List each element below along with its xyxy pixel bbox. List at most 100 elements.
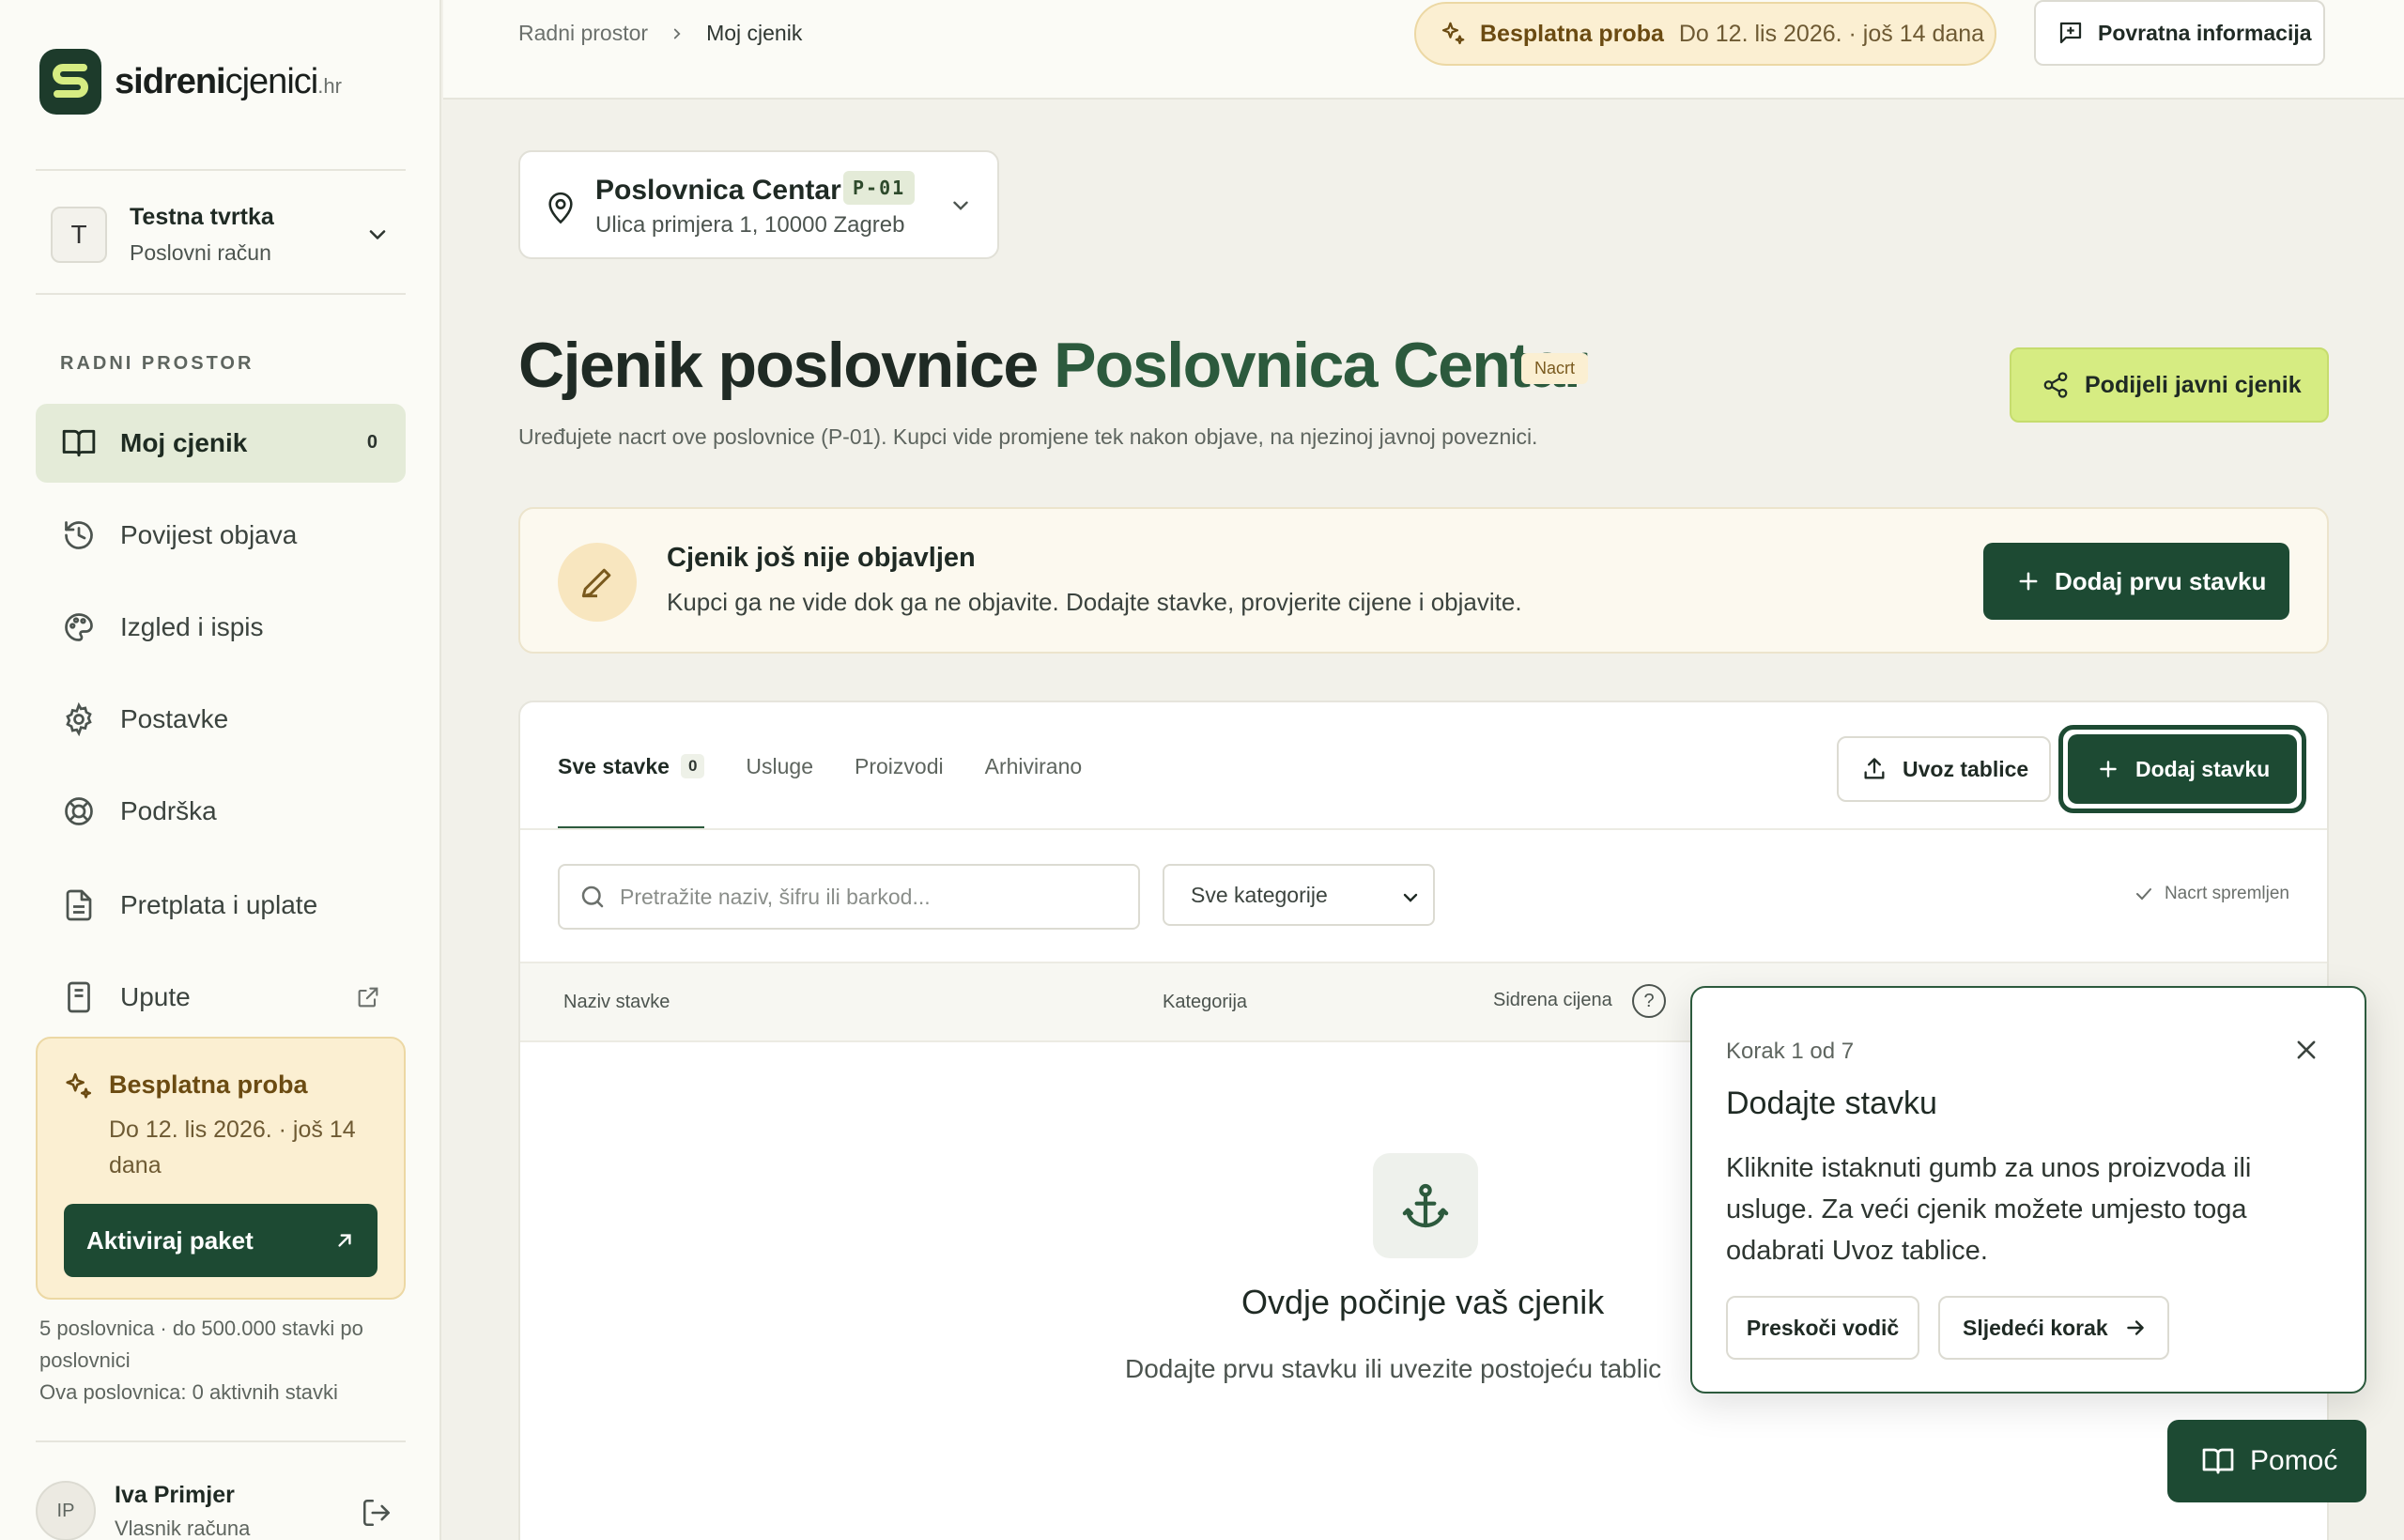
sidebar-item-pretplata-i-uplate[interactable]: Pretplata i uplate xyxy=(36,866,406,945)
divider xyxy=(36,1440,406,1442)
palette-icon xyxy=(60,608,98,646)
account-avatar: T xyxy=(51,207,107,263)
divider xyxy=(36,169,406,171)
account-name: Testna tvrtka xyxy=(130,204,274,230)
document-icon xyxy=(60,886,98,924)
feedback-label: Povratna informacija xyxy=(2098,20,2312,45)
help-button[interactable]: Pomoć xyxy=(2167,1420,2366,1502)
location-selector[interactable]: Poslovnica Centar P-01 Ulica primjera 1,… xyxy=(518,150,999,259)
add-item-label: Dodaj stavku xyxy=(2135,756,2271,781)
logout-icon[interactable] xyxy=(361,1497,393,1529)
breadcrumb: Radni prostor Moj cjenik xyxy=(518,21,802,46)
save-status-label: Nacrt spremljen xyxy=(2164,884,2289,903)
map-pin-icon xyxy=(545,190,577,225)
user-name: Iva Primjer xyxy=(115,1481,235,1508)
share-icon xyxy=(2042,371,2070,399)
breadcrumb-current: Moj cjenik xyxy=(706,21,803,45)
chevron-down-icon xyxy=(948,193,973,218)
sidebar-item-izgled-i-ispis[interactable]: Izgled i ispis xyxy=(36,588,406,667)
column-header-category[interactable]: Kategorija xyxy=(1163,992,1247,1013)
tour-text: Kliknite istaknuti gumb za unos proizvod… xyxy=(1726,1153,2252,1266)
search-input[interactable] xyxy=(620,884,1108,910)
tour-step-counter: Korak 1 od 7 xyxy=(1726,1039,1855,1064)
sidebar-item-upute[interactable]: Upute xyxy=(36,958,406,1037)
sidebar-item-podrska[interactable]: Podrška xyxy=(36,772,406,851)
user-role: Vlasnik računa xyxy=(115,1516,251,1540)
tab-proizvodi[interactable]: Proizvodi xyxy=(855,702,944,830)
help-circle-icon[interactable]: ? xyxy=(1632,984,1666,1018)
not-published-notice: Cjenik još nije objavljen Kupci ga ne vi… xyxy=(518,507,2329,654)
top-bar: Radni prostor Moj cjenik Besplatna proba… xyxy=(443,0,2404,100)
chevron-right-icon xyxy=(669,25,686,42)
chevron-down-icon xyxy=(1399,886,1422,909)
limits-line: Ova poslovnica: 0 aktivnih stavki xyxy=(39,1380,338,1404)
column-header-name[interactable]: Naziv stavke xyxy=(563,992,670,1013)
category-select-value: Sve kategorije xyxy=(1191,882,1328,907)
trial-status-pill[interactable]: Besplatna proba Do 12. lis 2026. · još 1… xyxy=(1414,2,1996,66)
section-label: RADNI PROSTOR xyxy=(60,353,254,374)
trial-pill-date: Do 12. lis 2026. · još 14 dana xyxy=(1678,20,1985,47)
sidebar-item-povijest-objava[interactable]: Povijest objava xyxy=(36,496,406,575)
notice-text: Kupci ga ne vide dok ga ne objavite. Dod… xyxy=(667,588,1522,616)
user-profile[interactable]: IP Iva Primjer Vlasnik računa xyxy=(36,1478,411,1540)
trial-title: Besplatna proba xyxy=(109,1070,308,1099)
location-address: Ulica primjera 1, 10000 Zagreb xyxy=(595,212,905,238)
sidebar-item-label: Moj cjenik xyxy=(120,428,248,457)
onboarding-tour-popover: Korak 1 od 7 Dodajte stavku Kliknite ist… xyxy=(1690,986,2366,1394)
sidebar-item-label: Podrška xyxy=(120,796,217,825)
tab-label: Usluge xyxy=(746,753,814,778)
breadcrumb-root[interactable]: Radni prostor xyxy=(518,21,648,46)
plus-icon xyxy=(2096,757,2120,781)
trial-date: Do 12. lis 2026. · još 14 dana xyxy=(109,1116,356,1178)
search-field[interactable] xyxy=(558,864,1140,930)
next-step-label: Sljedeći korak xyxy=(1963,1315,2108,1340)
share-public-pricelist-button[interactable]: Podijeli javni cjenik xyxy=(2010,347,2329,423)
add-first-item-button[interactable]: Dodaj prvu stavku xyxy=(1983,543,2289,620)
brand-name: sidrenicjenici.hr xyxy=(115,61,342,101)
category-select[interactable]: Sve kategorije xyxy=(1163,864,1435,926)
column-header-anchor-price[interactable]: Sidrena cijena xyxy=(1493,990,1612,1011)
divider xyxy=(520,828,2327,830)
tab-sve-stavke[interactable]: Sve stavke 0 xyxy=(558,702,705,830)
sidebar-item-label: Povijest objava xyxy=(120,520,298,549)
sidebar-item-label: Postavke xyxy=(120,704,229,733)
activate-plan-button[interactable]: Aktiviraj paket xyxy=(64,1204,378,1277)
trial-pill-label: Besplatna proba xyxy=(1480,20,1664,47)
tab-label: Sve stavke xyxy=(558,753,670,778)
save-status: Nacrt spremljen xyxy=(2133,883,2289,905)
next-step-button[interactable]: Sljedeći korak xyxy=(1938,1296,2169,1360)
message-plus-icon xyxy=(2057,19,2085,47)
sparkles-icon xyxy=(1439,20,1467,48)
activate-plan-label: Aktiviraj paket xyxy=(86,1225,254,1255)
avatar: IP xyxy=(36,1481,96,1540)
page-title: Cjenik poslovnice Poslovnica Centar xyxy=(518,329,1588,402)
close-icon[interactable] xyxy=(2293,1037,2319,1063)
tab-arhivirano[interactable]: Arhivirano xyxy=(985,702,1083,830)
tour-title: Dodajte stavku xyxy=(1726,1086,1937,1121)
skip-tour-button[interactable]: Preskoči vodič xyxy=(1726,1296,1919,1360)
sidebar-item-moj-cjenik[interactable]: Moj cjenik 0 xyxy=(36,404,406,483)
location-code-badge: P-01 xyxy=(843,171,916,205)
chevron-down-icon xyxy=(364,222,391,248)
account-switcher[interactable]: T Testna tvrtka Poslovni račun xyxy=(36,197,406,272)
add-item-button[interactable]: Dodaj stavku xyxy=(2068,734,2297,804)
item-count-badge: 0 xyxy=(366,432,378,453)
tab-usluge[interactable]: Usluge xyxy=(746,702,813,830)
history-icon xyxy=(60,516,98,554)
logo-mark-icon xyxy=(39,49,101,115)
tab-count-badge: 0 xyxy=(680,754,705,778)
share-label: Podijeli javni cjenik xyxy=(2085,371,2302,398)
sidebar-item-label: Izgled i ispis xyxy=(120,612,264,641)
feedback-button[interactable]: Povratna informacija xyxy=(2034,0,2325,66)
anchor-icon xyxy=(1373,1153,1478,1258)
tab-label: Proizvodi xyxy=(855,753,944,778)
brand-logo[interactable]: sidrenicjenici.hr xyxy=(39,49,342,115)
check-icon xyxy=(2133,883,2155,905)
book-open-icon xyxy=(2201,1444,2235,1478)
book-open-icon xyxy=(60,424,98,462)
plus-icon xyxy=(2015,568,2042,594)
sidebar-item-postavke[interactable]: Postavke xyxy=(36,680,406,759)
external-link-icon xyxy=(355,984,381,1010)
trial-card: Besplatna proba Do 12. lis 2026. · još 1… xyxy=(36,1037,406,1300)
import-table-button[interactable]: Uvoz tablice xyxy=(1837,736,2051,802)
